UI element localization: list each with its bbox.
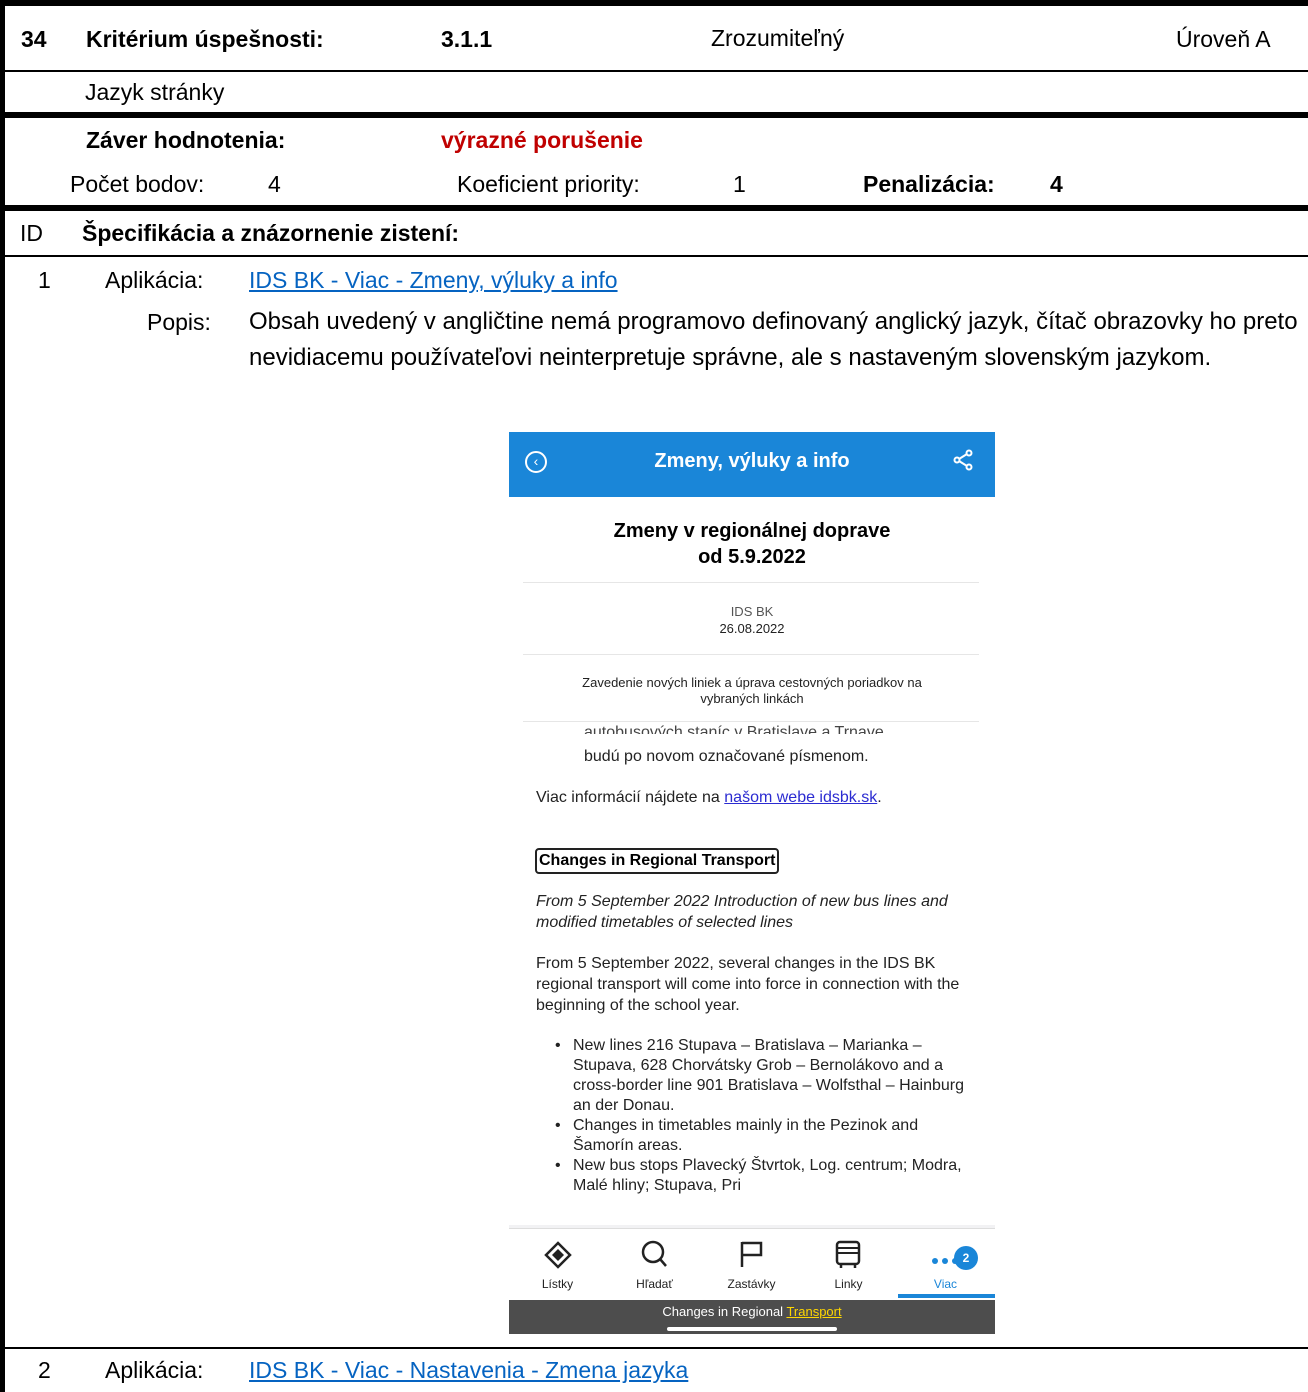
article-date: 26.08.2022 <box>719 621 785 636</box>
active-tab-indicator <box>898 1294 995 1298</box>
en-intro: From 5 September 2022 Introduction of ne… <box>536 893 948 931</box>
priority-value: 1 <box>733 171 746 197</box>
divider <box>523 654 979 655</box>
findings-title: Špecifikácia a znázornenie zistení: <box>82 220 460 246</box>
article-source: IDS BK <box>730 604 774 619</box>
tab-linky[interactable]: Linky <box>800 1229 897 1301</box>
priority-label: Koeficient priority: <box>457 171 640 197</box>
rule <box>0 255 1308 257</box>
conclusion-label: Záver hodnotenia: <box>86 127 286 153</box>
en-paragraph: From 5 September 2022, several changes i… <box>536 955 960 1014</box>
ticket-icon <box>544 1241 572 1269</box>
finding-id: 2 <box>38 1357 51 1383</box>
idsbk-web-link[interactable]: našom webe idsbk.sk <box>724 789 877 806</box>
article-title-line2: od 5.9.2022 <box>698 546 806 568</box>
conformance-level: Úroveň A <box>1176 26 1271 52</box>
description-label: Popis: <box>147 309 211 335</box>
rule-top <box>0 0 1308 6</box>
description-text: Obsah uvedený v angličtine nemá programo… <box>249 308 1298 371</box>
criterion-label: Kritérium úspešnosti: <box>86 26 324 52</box>
criterion-name: Jazyk stránky <box>85 79 225 105</box>
more-info-prefix: Viac informácií nájdete na <box>536 789 725 806</box>
app-label: Aplikácia: <box>105 1357 204 1383</box>
rule <box>0 70 1308 72</box>
notification-badge: 2 <box>954 1246 978 1270</box>
home-indicator <box>667 1327 837 1331</box>
search-icon <box>641 1240 667 1267</box>
bus-icon <box>835 1240 861 1268</box>
rule-thick <box>0 112 1308 118</box>
criterion-number: 34 <box>21 26 47 52</box>
more-info-suffix: . <box>877 789 882 806</box>
principle: Zrozumiteľný <box>711 25 845 51</box>
tab-hladat[interactable]: Hľadať <box>606 1229 703 1301</box>
app-header: ‹ Zmeny, výluky a info <box>509 432 995 497</box>
list-item: Changes in timetables mainly in the Pezi… <box>551 1116 971 1156</box>
app-link[interactable]: IDS BK - Viac - Nastavenia - Zmena jazyk… <box>249 1356 688 1384</box>
article-subtitle-line1: Zavedenie nových liniek a úprava cestovn… <box>582 675 922 690</box>
sk-paragraph: budú po novom označované písmenom. <box>584 748 869 765</box>
en-heading-focused[interactable]: Changes in Regional Transport <box>535 848 780 874</box>
points-value: 4 <box>268 171 281 197</box>
bottom-tab-bar: Lístky Hľadať Zastávky Linky Viac <box>509 1228 995 1301</box>
id-column-header: ID <box>20 220 43 246</box>
tab-label: Viac <box>933 1277 958 1291</box>
rule <box>0 1347 1308 1349</box>
points-label: Počet bodov: <box>70 171 205 197</box>
caption-highlight: Transport <box>786 1304 842 1319</box>
app-label: Aplikácia: <box>105 267 204 293</box>
article-subtitle-line2: vybraných linkách <box>700 691 804 706</box>
tab-label: Linky <box>834 1277 863 1291</box>
cut-off-text: autobusových staníc v Bratislave a Trnav… <box>584 724 884 734</box>
app-screenshot: ‹ Zmeny, výluky a info Zmeny v regionáln… <box>509 432 995 1334</box>
app-title: Zmeny, výluky a info <box>654 450 850 472</box>
list-item: New lines 216 Stupava – Bratislava – Mar… <box>551 1036 971 1116</box>
penalty-value: 4 <box>1050 171 1063 197</box>
article-title-line1: Zmeny v regionálnej doprave <box>613 520 891 542</box>
divider <box>523 582 979 583</box>
tab-label: Lístky <box>541 1277 574 1291</box>
caption-prefix: Changes in Regional <box>662 1304 787 1319</box>
flag-icon <box>740 1241 763 1267</box>
rule-thick <box>0 205 1308 211</box>
tab-zastavky[interactable]: Zastávky <box>703 1229 800 1301</box>
more-icon <box>932 1258 958 1264</box>
evaluation-sheet: 34 Kritérium úspešnosti: 3.1.1 Zrozumite… <box>0 0 1308 1392</box>
conclusion-value: výrazné porušenie <box>441 127 643 153</box>
app-link[interactable]: IDS BK - Viac - Zmeny, výluky a info <box>249 266 618 294</box>
tab-label: Hľadať <box>636 1277 673 1291</box>
en-bullet-list: New lines 216 Stupava – Bratislava – Mar… <box>551 1036 971 1194</box>
list-item: New bus stops Plavecký Štvrtok, Log. cen… <box>551 1156 971 1194</box>
tab-label: Zastávky <box>727 1277 776 1291</box>
finding-id: 1 <box>38 267 51 293</box>
penalty-label: Penalizácia: <box>863 171 995 197</box>
share-icon[interactable] <box>951 448 975 472</box>
tab-viac[interactable]: Viac <box>897 1229 994 1301</box>
more-info-line: Viac informácií nájdete na našom webe id… <box>536 787 976 808</box>
criterion-id: 3.1.1 <box>441 26 493 52</box>
tab-listky[interactable]: Lístky <box>509 1229 606 1301</box>
